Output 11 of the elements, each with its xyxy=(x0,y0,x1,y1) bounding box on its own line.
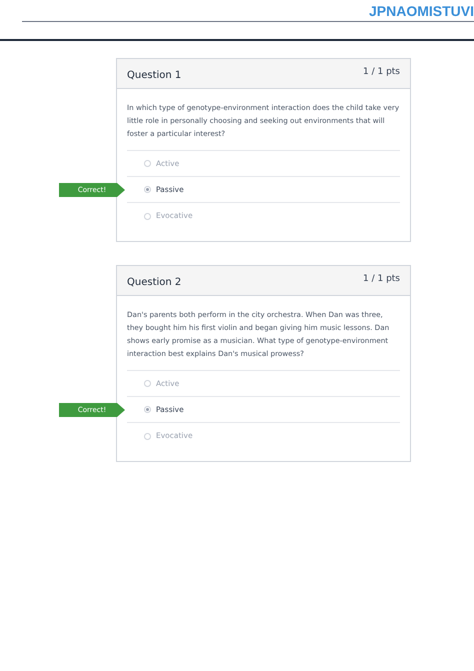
radio-button[interactable] xyxy=(144,212,151,220)
radio-button[interactable] xyxy=(144,186,151,193)
radio-button[interactable] xyxy=(144,380,151,387)
question-title: Question 1 xyxy=(127,69,182,83)
radio-button[interactable] xyxy=(144,406,151,413)
radio-button[interactable] xyxy=(144,432,151,440)
question-points: 1 / 1 pts xyxy=(363,273,400,286)
page-header-title: JPNAOMISTUVI xyxy=(368,4,474,18)
radio-button[interactable] xyxy=(144,160,151,167)
question-title: Question 2 xyxy=(127,276,182,290)
question-points: 1 / 1 pts xyxy=(363,66,400,79)
